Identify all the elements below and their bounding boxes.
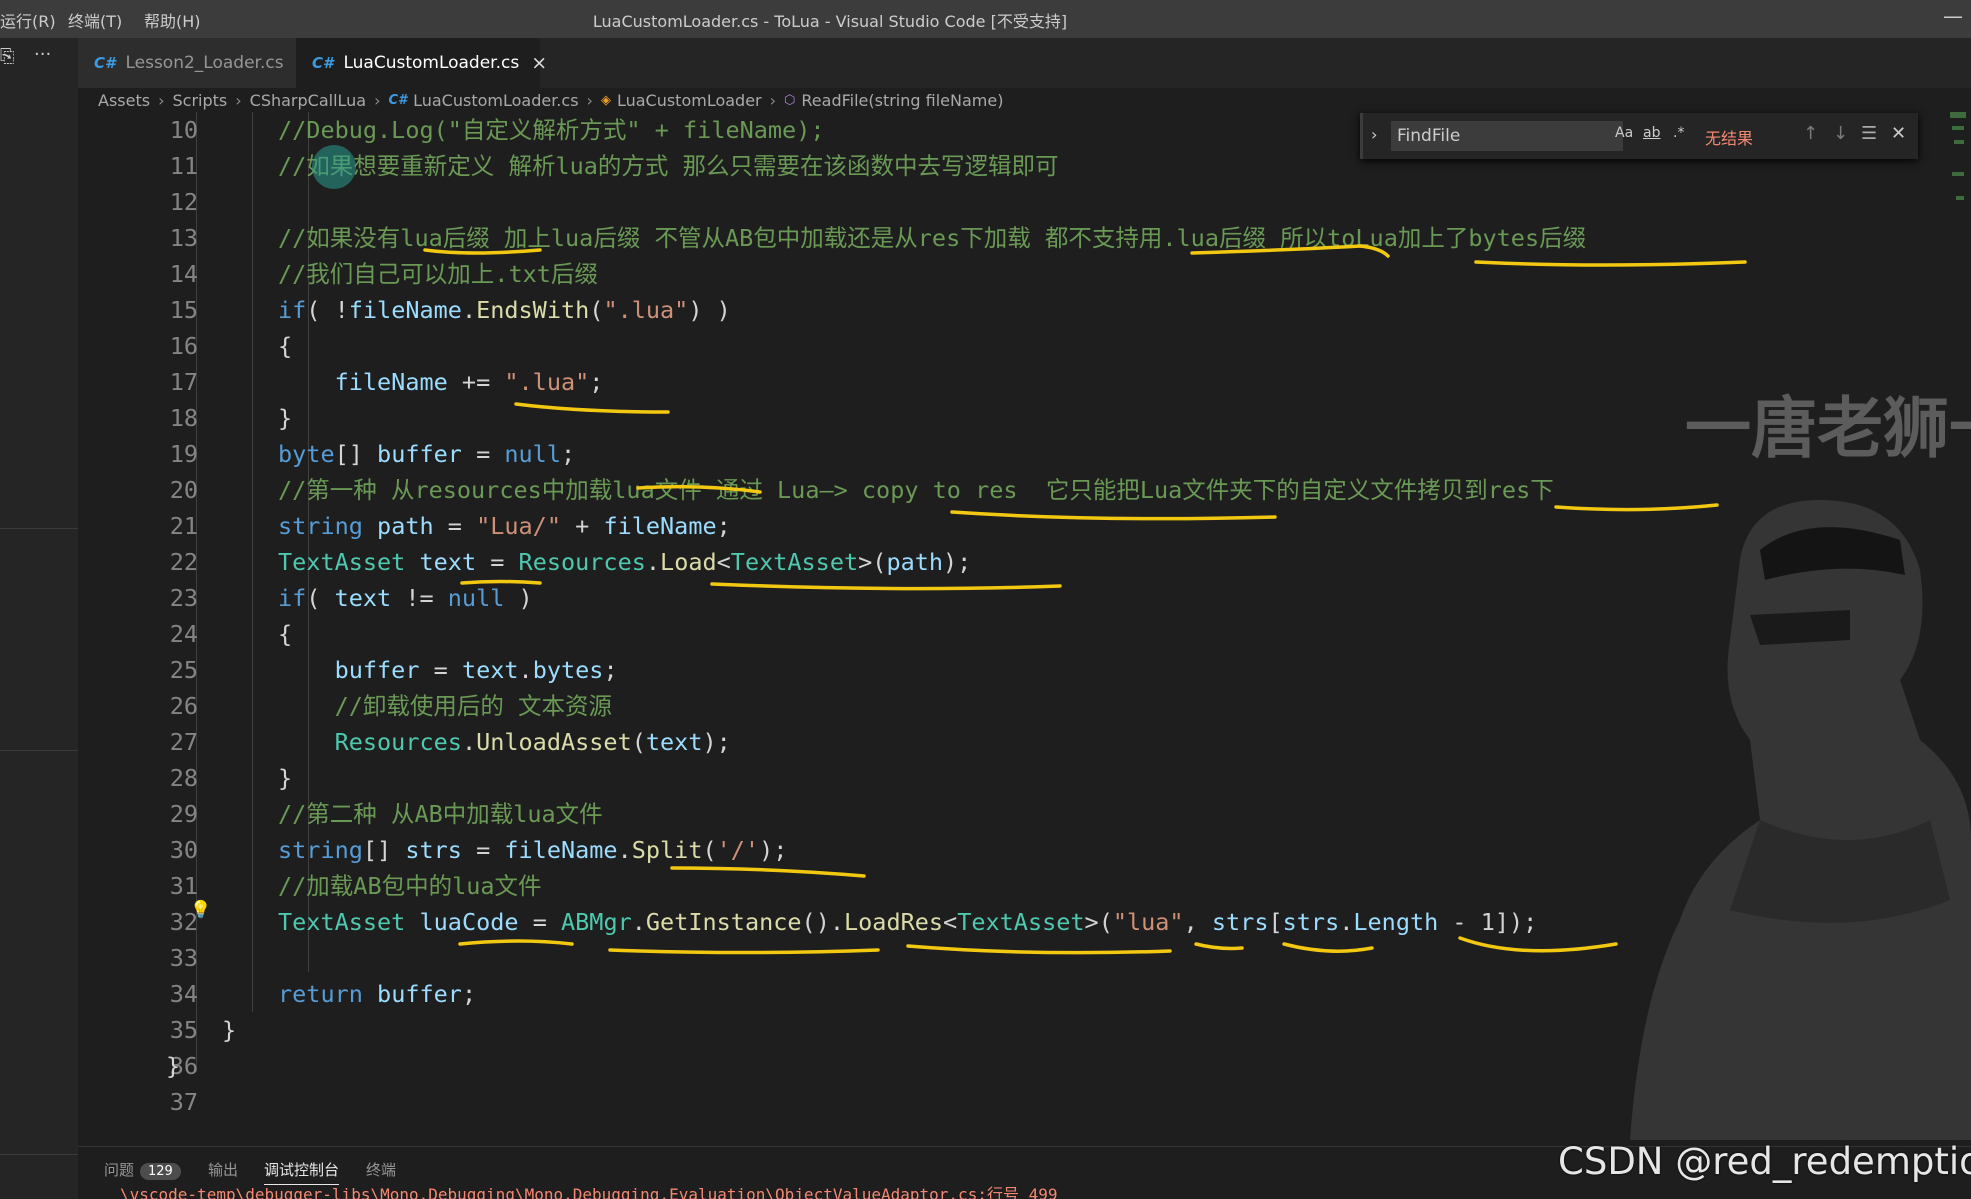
underline-mark: [950, 510, 1277, 521]
underline-mark: [636, 484, 762, 494]
problems-count-badge: 129: [140, 1163, 181, 1180]
underline-mark: [460, 579, 542, 585]
find-in-selection-icon[interactable]: ☰: [1861, 123, 1877, 144]
close-icon[interactable]: ✕: [1891, 123, 1906, 144]
regex-icon[interactable]: .*: [1673, 125, 1684, 141]
underline-mark: [1282, 942, 1374, 953]
next-match-icon[interactable]: ↓: [1833, 123, 1848, 144]
underline-mark: [670, 866, 866, 878]
match-case-icon[interactable]: Aa: [1615, 125, 1633, 141]
underline-mark: [1194, 942, 1244, 951]
underline-mark: [608, 948, 880, 955]
find-widget: › Aa ab .* 无结果 ↑ ↓ ☰ ✕: [1360, 113, 1918, 159]
underline-mark: [1458, 936, 1618, 953]
underline-mark: [906, 944, 1172, 955]
underline-mark: [1190, 244, 1390, 258]
underline-mark: [1474, 260, 1747, 267]
minimap[interactable]: [1948, 112, 1968, 212]
watermark-figure: [1630, 500, 1971, 1140]
underline-mark: [423, 248, 542, 255]
tab-terminal[interactable]: 终端: [366, 1159, 396, 1180]
underline-mark: [710, 582, 1062, 591]
underline-mark: [458, 939, 574, 946]
cursor-highlight: [312, 145, 356, 189]
underline-mark: [514, 402, 670, 414]
chevron-right-icon[interactable]: ›: [1371, 125, 1377, 144]
tab-label: 问题: [104, 1161, 135, 1179]
debug-output-line: \vscode-temp\debugger-libs\Mono.Debuggin…: [120, 1185, 1058, 1199]
csdn-watermark: CSDN @red_redemption: [1558, 1140, 1971, 1183]
tab-output[interactable]: 输出: [208, 1159, 238, 1180]
previous-match-icon[interactable]: ↑: [1803, 123, 1818, 144]
whole-word-icon[interactable]: ab: [1643, 125, 1660, 141]
tab-problems[interactable]: 问题 129: [104, 1159, 181, 1180]
find-result-status: 无结果: [1705, 129, 1754, 148]
find-input[interactable]: [1391, 121, 1623, 151]
